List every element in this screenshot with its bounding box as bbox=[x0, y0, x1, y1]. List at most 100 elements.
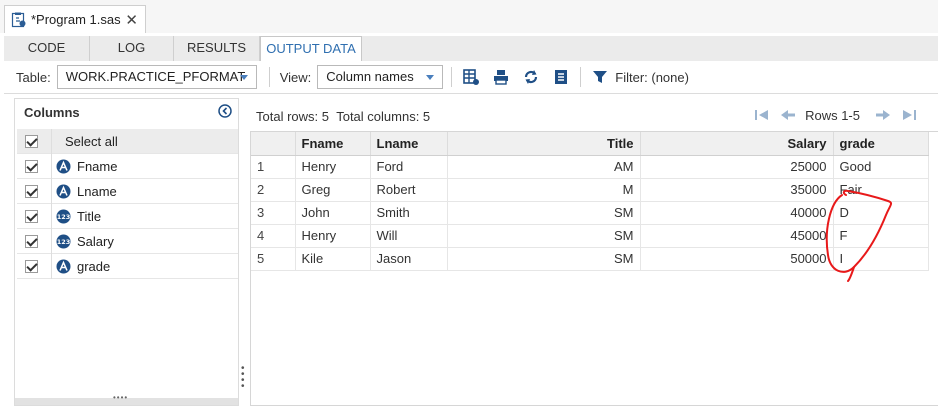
column-header-grade[interactable]: grade bbox=[833, 132, 929, 156]
cell-grade[interactable]: Fair bbox=[833, 178, 929, 202]
table-row[interactable]: 5 Kile Jason SM 50000 I bbox=[251, 247, 929, 271]
cell-title[interactable]: SM bbox=[447, 201, 641, 225]
table-row[interactable]: 3 John Smith SM 40000 D bbox=[251, 201, 929, 225]
select-all-row[interactable]: Select all bbox=[17, 129, 238, 154]
row-number: 2 bbox=[251, 178, 296, 202]
row-divider bbox=[51, 129, 52, 154]
output-sub-tabs: CODE LOG RESULTS OUTPUT DATA bbox=[4, 36, 938, 61]
splitter-handle-icon[interactable]: • • • • bbox=[241, 364, 245, 392]
tab-log[interactable]: LOG bbox=[90, 36, 174, 61]
tab-results[interactable]: RESULTS bbox=[174, 36, 260, 61]
column-item-fname[interactable]: Fname bbox=[17, 154, 238, 179]
data-toolbar: Table: WORK.PRACTICE_PFORMAT View: Colum… bbox=[4, 61, 938, 94]
close-icon[interactable]: ✕ bbox=[125, 11, 138, 29]
refresh-icon bbox=[525, 70, 538, 84]
cell-lname[interactable]: Jason bbox=[370, 247, 448, 271]
sas-program-icon bbox=[11, 12, 26, 27]
view-label: View: bbox=[279, 69, 312, 85]
cell-grade[interactable]: F bbox=[833, 224, 929, 248]
character-type-icon bbox=[56, 184, 71, 198]
filter-icon bbox=[593, 71, 608, 83]
file-tab-program1[interactable]: *Program 1.sas ✕ bbox=[4, 5, 146, 33]
column-header-salary[interactable]: Salary bbox=[640, 132, 834, 156]
table-select-value: WORK.PRACTICE_PFORMAT bbox=[65, 69, 246, 84]
cell-fname[interactable]: Henry bbox=[295, 155, 371, 179]
tab-code[interactable]: CODE bbox=[4, 36, 90, 61]
table-row[interactable]: 4 Henry Will SM 45000 F bbox=[251, 224, 929, 248]
cell-salary[interactable]: 25000 bbox=[640, 155, 834, 179]
cell-lname[interactable]: Ford bbox=[370, 155, 448, 179]
last-page-icon[interactable] bbox=[900, 107, 918, 123]
column-header-fname[interactable]: Fname bbox=[295, 132, 371, 156]
cell-lname[interactable]: Robert bbox=[370, 178, 448, 202]
columns-panel: Columns Select all Fname Lname 123 Title… bbox=[14, 98, 239, 406]
row-divider bbox=[51, 179, 52, 204]
resize-grip-icon[interactable]: •••• bbox=[113, 393, 128, 402]
cell-grade[interactable]: D bbox=[833, 201, 929, 225]
view-select[interactable]: Column names bbox=[317, 65, 444, 89]
collapse-panel-icon[interactable] bbox=[218, 104, 232, 118]
cell-fname[interactable]: Kile bbox=[295, 247, 371, 271]
cell-title[interactable]: SM bbox=[447, 247, 641, 271]
column-checkbox[interactable] bbox=[25, 159, 38, 173]
row-number: 1 bbox=[251, 155, 296, 179]
column-item-salary[interactable]: 123 Salary bbox=[17, 229, 238, 254]
cell-salary[interactable]: 35000 bbox=[640, 178, 834, 202]
select-all-label: Select all bbox=[65, 133, 118, 149]
cell-lname[interactable]: Will bbox=[370, 224, 448, 248]
cell-salary[interactable]: 45000 bbox=[640, 224, 834, 248]
column-item-title[interactable]: 123 Title bbox=[17, 204, 238, 229]
cell-title[interactable]: AM bbox=[447, 155, 641, 179]
filter-button[interactable] bbox=[589, 66, 611, 88]
svg-text:123: 123 bbox=[57, 238, 71, 246]
column-checkbox[interactable] bbox=[25, 259, 38, 273]
cell-grade[interactable]: Good bbox=[833, 155, 929, 179]
row-divider bbox=[51, 229, 52, 254]
refresh-button[interactable] bbox=[520, 66, 542, 88]
cell-title[interactable]: SM bbox=[447, 224, 641, 248]
column-list-button[interactable] bbox=[550, 66, 572, 88]
cell-title[interactable]: M bbox=[447, 178, 641, 202]
cell-grade[interactable]: I bbox=[833, 247, 929, 271]
column-item-lname[interactable]: Lname bbox=[17, 179, 238, 204]
rows-range: Rows 1-5 bbox=[805, 107, 860, 123]
table-row[interactable]: 1 Henry Ford AM 25000 Good bbox=[251, 155, 929, 179]
totals-summary: Total rows: 5 Total columns: 5 bbox=[256, 109, 430, 124]
table-row[interactable]: 2 Greg Robert M 35000 Fair bbox=[251, 178, 929, 202]
svg-text:123: 123 bbox=[57, 213, 71, 221]
row-divider bbox=[51, 154, 52, 179]
cell-salary[interactable]: 50000 bbox=[640, 247, 834, 271]
view-select-value: Column names bbox=[326, 69, 414, 84]
toolbar-divider bbox=[580, 67, 582, 87]
cell-salary[interactable]: 40000 bbox=[640, 201, 834, 225]
column-header-lname[interactable]: Lname bbox=[370, 132, 448, 156]
file-tab-strip: *Program 1.sas ✕ bbox=[0, 0, 938, 33]
export-button[interactable] bbox=[490, 66, 512, 88]
cell-lname[interactable]: Smith bbox=[370, 201, 448, 225]
column-checkbox[interactable] bbox=[25, 184, 38, 198]
column-item-label: Fname bbox=[77, 158, 118, 174]
header-row: Fname Lname Title Salary grade bbox=[251, 132, 929, 156]
character-type-icon bbox=[56, 159, 71, 173]
cell-fname[interactable]: Henry bbox=[295, 224, 371, 248]
numeric-type-icon: 123 bbox=[56, 234, 71, 248]
tab-output-data[interactable]: OUTPUT DATA bbox=[260, 36, 362, 61]
cell-fname[interactable]: John bbox=[295, 201, 371, 225]
toolbar-divider bbox=[451, 67, 453, 87]
column-item-grade[interactable]: grade bbox=[17, 254, 238, 279]
previous-page-icon[interactable] bbox=[779, 107, 797, 123]
column-checkbox[interactable] bbox=[25, 209, 38, 223]
next-page-icon[interactable] bbox=[874, 107, 892, 123]
column-checkbox[interactable] bbox=[25, 234, 38, 248]
column-item-label: grade bbox=[77, 258, 111, 274]
row-divider bbox=[51, 254, 52, 279]
table-select[interactable]: WORK.PRACTICE_PFORMAT bbox=[56, 65, 257, 89]
table-properties-button[interactable] bbox=[460, 66, 482, 88]
data-grid: Fname Lname Title Salary grade 1 Henry F… bbox=[250, 131, 938, 406]
select-all-checkbox[interactable] bbox=[25, 134, 38, 148]
first-page-icon[interactable] bbox=[753, 107, 771, 123]
column-header-title[interactable]: Title bbox=[447, 132, 641, 156]
data-table: Fname Lname Title Salary grade 1 Henry F… bbox=[251, 132, 929, 271]
numeric-type-icon: 123 bbox=[56, 209, 71, 223]
cell-fname[interactable]: Greg bbox=[295, 178, 371, 202]
